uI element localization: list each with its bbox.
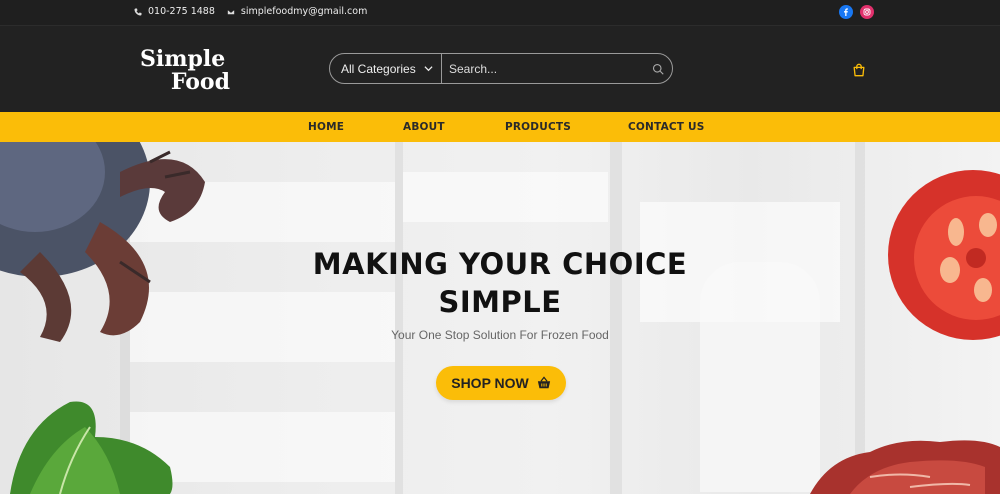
email-address: simplefoodmy@gmail.com: [240, 6, 368, 17]
tomato-image: [888, 170, 1000, 340]
hero-headline-line-1: MAKING YOUR CHOICE: [312, 247, 688, 281]
phone-contact[interactable]: 010-275 1488: [134, 6, 215, 17]
envelope-icon: [227, 8, 235, 15]
meat-image: [810, 440, 1000, 494]
nav-item-about[interactable]: ABOUT: [403, 121, 445, 133]
hero-headline-line-2: SIMPLE: [438, 285, 562, 319]
shop-now-label: SHOP NOW: [451, 375, 529, 391]
search-bar: All Categories: [329, 53, 673, 84]
contact-info: 010-275 1488 simplefoodmy@gmail.com: [134, 6, 367, 17]
site-logo[interactable]: Simple Food: [140, 48, 232, 94]
hero-subheadline: Your One Stop Solution For Frozen Food: [391, 328, 609, 342]
phone-icon: [134, 8, 142, 15]
category-select[interactable]: All Categories: [330, 54, 442, 83]
nav-item-contact-us[interactable]: CONTACT US: [628, 121, 705, 133]
nav-item-home[interactable]: HOME: [308, 121, 344, 133]
search-icon: [652, 63, 664, 75]
main-nav: HOME ABOUT PRODUCTS CONTACT US: [0, 112, 1000, 142]
social-links: [839, 5, 874, 19]
search-input[interactable]: [442, 54, 644, 83]
lettuce-image: [10, 401, 173, 494]
email-contact[interactable]: simplefoodmy@gmail.com: [227, 6, 367, 17]
facebook-link[interactable]: [839, 5, 853, 19]
search-button[interactable]: [644, 54, 672, 83]
basket-icon: [537, 376, 550, 389]
logo-line-2: Food: [170, 69, 230, 95]
top-bar: 010-275 1488 simplefoodmy@gmail.com: [0, 0, 1000, 26]
shopping-bag-icon[interactable]: [852, 63, 866, 77]
chevron-down-icon: [424, 66, 433, 72]
phone-number: 010-275 1488: [148, 6, 215, 17]
crab-image: [0, 142, 205, 342]
nav-item-products[interactable]: PRODUCTS: [505, 121, 571, 133]
main-header: Simple Food All Categories: [0, 26, 1000, 112]
instagram-icon: [863, 8, 871, 16]
hero-headline: MAKING YOUR CHOICE SIMPLE: [300, 245, 700, 321]
logo-line-1: Simple: [140, 46, 226, 72]
category-select-label: All Categories: [341, 61, 416, 76]
facebook-icon: [844, 8, 848, 16]
hero-section: MAKING YOUR CHOICE SIMPLE Your One Stop …: [0, 142, 1000, 494]
shop-now-button[interactable]: SHOP NOW: [436, 366, 566, 400]
instagram-link[interactable]: [860, 5, 874, 19]
